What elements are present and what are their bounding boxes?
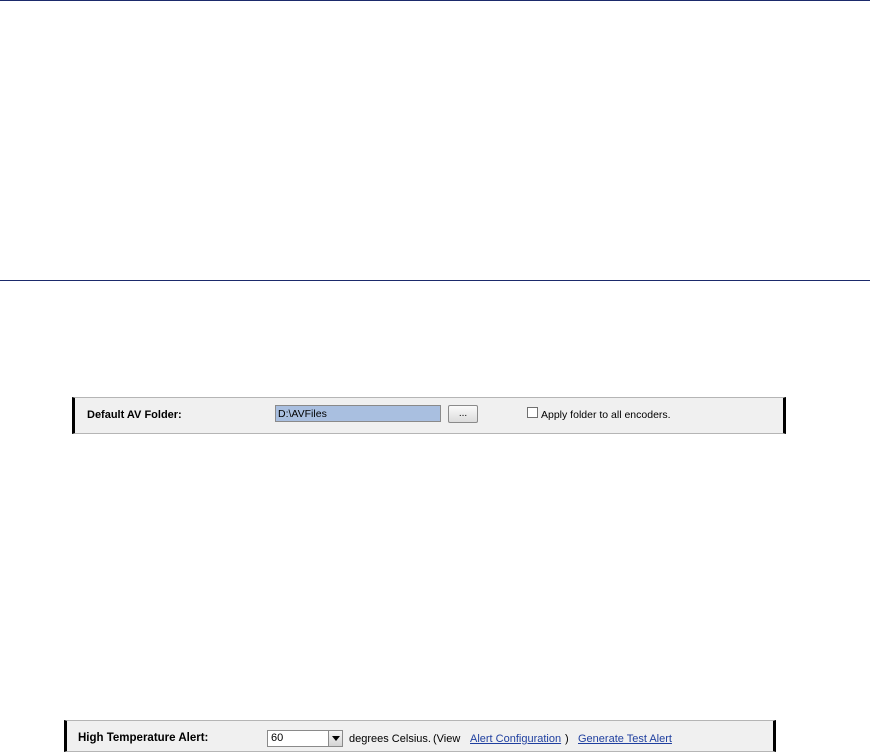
temperature-select[interactable]: 60: [267, 730, 343, 747]
apply-folder-checkbox[interactable]: [527, 407, 538, 418]
view-prefix-text: (View: [433, 733, 461, 745]
high-temperature-alert-panel: High Temperature Alert: 60 degrees Celsi…: [64, 720, 776, 752]
view-suffix-text: ): [565, 733, 569, 745]
chevron-down-icon[interactable]: [328, 731, 342, 746]
browse-folder-button[interactable]: ...: [448, 405, 478, 423]
top-divider: [0, 0, 870, 1]
default-av-folder-label: Default AV Folder:: [87, 409, 182, 421]
temperature-select-value: 60: [271, 732, 284, 744]
av-folder-path-input[interactable]: [275, 405, 441, 422]
high-temperature-alert-label: High Temperature Alert:: [78, 732, 209, 744]
middle-divider: [0, 280, 870, 281]
default-av-folder-panel: Default AV Folder: ... Apply folder to a…: [72, 397, 786, 434]
generate-test-alert-link[interactable]: Generate Test Alert: [578, 733, 672, 745]
alert-configuration-link[interactable]: Alert Configuration: [470, 733, 561, 745]
degrees-celsius-text: degrees Celsius.: [349, 733, 431, 745]
apply-folder-label[interactable]: Apply folder to all encoders.: [541, 409, 671, 421]
